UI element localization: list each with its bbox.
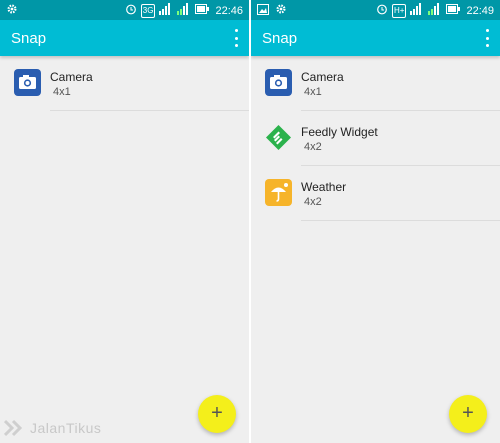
alarm-icon bbox=[376, 3, 388, 18]
widget-size: 4x1 bbox=[304, 86, 322, 98]
plus-icon: + bbox=[462, 402, 474, 424]
widget-name: Feedly Widget bbox=[301, 125, 378, 139]
right-screen: H+ 22:49 Snap Camera 4x1 Feedly Widget 4… bbox=[251, 0, 500, 443]
widget-size: 4x2 bbox=[304, 196, 322, 208]
network-type-badge: H+ bbox=[392, 3, 407, 18]
widget-list: Camera 4x1 Feedly Widget 4x2 Weather 4x2 bbox=[251, 56, 500, 221]
jalantikus-logo-icon bbox=[4, 419, 23, 437]
watermark-text: JalanTikus bbox=[30, 420, 102, 436]
status-bar: 3G 22:46 bbox=[0, 0, 249, 20]
app-title: Snap bbox=[262, 30, 298, 47]
alarm-icon bbox=[125, 3, 137, 18]
app-bar: Snap bbox=[0, 20, 249, 56]
image-icon bbox=[257, 3, 269, 18]
signal-icon bbox=[159, 3, 173, 18]
divider bbox=[301, 220, 500, 221]
plus-icon: + bbox=[211, 402, 223, 424]
battery-icon bbox=[195, 4, 210, 17]
battery-icon bbox=[446, 4, 461, 17]
list-item-camera[interactable]: Camera 4x1 bbox=[0, 56, 249, 111]
signal-icon bbox=[428, 3, 442, 18]
divider bbox=[50, 110, 249, 111]
watermark: JalanTikus bbox=[4, 419, 101, 437]
overflow-menu-icon[interactable] bbox=[484, 29, 490, 47]
gear-icon bbox=[6, 3, 18, 18]
widget-name: Camera bbox=[50, 70, 93, 84]
signal-icon bbox=[410, 3, 424, 18]
overflow-menu-icon[interactable] bbox=[233, 29, 239, 47]
add-widget-button[interactable]: + bbox=[449, 395, 487, 433]
widget-list: Camera 4x1 bbox=[0, 56, 249, 111]
widget-name: Weather bbox=[301, 180, 347, 194]
app-title: Snap bbox=[11, 30, 47, 47]
widget-name: Camera bbox=[301, 70, 344, 84]
camera-icon bbox=[265, 69, 292, 96]
list-item-feedly-widget[interactable]: Feedly Widget 4x2 bbox=[251, 111, 500, 166]
widget-size: 4x2 bbox=[304, 141, 322, 153]
app-bar: Snap bbox=[251, 20, 500, 56]
signal-icon bbox=[177, 3, 191, 18]
status-time: 22:49 bbox=[466, 4, 494, 17]
weather-icon bbox=[265, 179, 292, 206]
left-screen: 3G 22:46 Snap Camera 4x1 + JalanTikus bbox=[0, 0, 249, 443]
camera-icon bbox=[14, 69, 41, 96]
gear-icon bbox=[275, 3, 287, 18]
list-item-camera[interactable]: Camera 4x1 bbox=[251, 56, 500, 111]
list-item-weather[interactable]: Weather 4x2 bbox=[251, 166, 500, 221]
feedly-icon bbox=[265, 124, 292, 151]
add-widget-button[interactable]: + bbox=[198, 395, 236, 433]
status-time: 22:46 bbox=[215, 4, 243, 17]
status-bar: H+ 22:49 bbox=[251, 0, 500, 20]
widget-size: 4x1 bbox=[53, 86, 71, 98]
network-type-badge: 3G bbox=[140, 3, 156, 18]
